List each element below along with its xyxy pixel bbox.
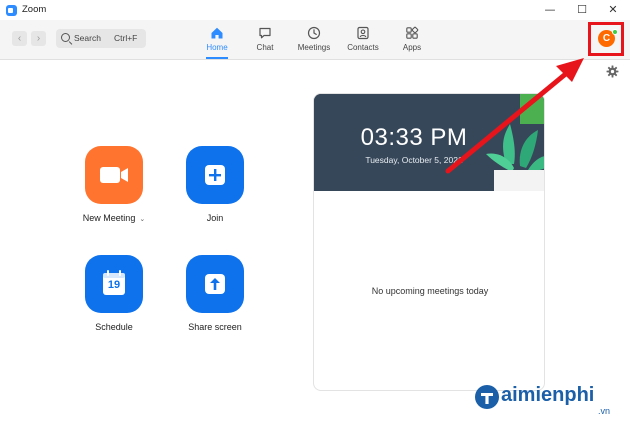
search-icon bbox=[61, 33, 70, 42]
video-camera-icon bbox=[100, 167, 128, 183]
watermark-domain: .vn bbox=[598, 406, 611, 416]
clock-icon bbox=[307, 26, 321, 40]
current-date: Tuesday, October 5, 2021 bbox=[365, 155, 463, 165]
join-action: Join bbox=[170, 146, 260, 223]
back-arrow-icon[interactable]: ‹ bbox=[12, 31, 27, 46]
taimienphi-logo-icon bbox=[475, 385, 499, 409]
search-shortcut: Ctrl+F bbox=[114, 33, 138, 43]
tab-label: Chat bbox=[256, 43, 274, 52]
join-label: Join bbox=[206, 213, 224, 223]
share-up-arrow-icon bbox=[205, 274, 225, 294]
watermark-brand: aimienphi bbox=[501, 384, 595, 406]
calendar-day: 19 bbox=[107, 279, 121, 291]
active-tab-indicator bbox=[206, 57, 228, 59]
minimize-button[interactable]: — bbox=[541, 2, 559, 18]
share-screen-button[interactable] bbox=[186, 255, 244, 313]
tab-label: Meetings bbox=[297, 43, 331, 52]
window-title: Zoom bbox=[22, 4, 47, 15]
upcoming-meetings-panel: 03:33 PM Tuesday, October 5, 2021 No upc… bbox=[313, 93, 545, 391]
search-placeholder: Search bbox=[74, 33, 101, 43]
zoom-logo-icon bbox=[6, 5, 17, 16]
new-meeting-label: New Meeting ⌄ bbox=[82, 213, 146, 223]
zoom-window: Zoom — ☐ ✕ ‹ › Search Ctrl+F Home Chat M… bbox=[0, 0, 630, 433]
gear-icon[interactable] bbox=[606, 65, 619, 78]
chat-icon bbox=[259, 27, 271, 39]
close-button[interactable]: ✕ bbox=[604, 2, 622, 18]
share-screen-action: Share screen bbox=[170, 255, 260, 332]
tab-label: Apps bbox=[402, 43, 422, 52]
new-meeting-action: New Meeting ⌄ bbox=[69, 146, 159, 223]
plus-icon bbox=[205, 165, 225, 185]
schedule-action: 19 Schedule bbox=[69, 255, 159, 332]
share-screen-label: Share screen bbox=[188, 322, 242, 332]
online-status-badge bbox=[612, 29, 618, 35]
schedule-label: Schedule bbox=[95, 322, 133, 332]
tab-contacts[interactable]: Contacts bbox=[337, 26, 389, 56]
title-bar: Zoom — ☐ ✕ bbox=[0, 0, 630, 20]
maximize-button[interactable]: ☐ bbox=[573, 2, 591, 18]
current-time: 03:33 PM bbox=[360, 124, 468, 151]
join-button[interactable] bbox=[186, 146, 244, 204]
no-meetings-message: No upcoming meetings today bbox=[371, 286, 489, 296]
top-toolbar: ‹ › Search Ctrl+F Home Chat Meetings Con… bbox=[0, 20, 630, 60]
tab-label: Contacts bbox=[347, 43, 379, 52]
search-input[interactable]: Search Ctrl+F bbox=[56, 29, 146, 48]
tab-meetings[interactable]: Meetings bbox=[288, 26, 340, 56]
contacts-icon bbox=[357, 26, 369, 40]
new-meeting-button[interactable] bbox=[85, 146, 143, 204]
home-icon bbox=[211, 27, 223, 39]
watermark: aimienphi .vn bbox=[474, 384, 624, 424]
forward-arrow-icon[interactable]: › bbox=[31, 31, 46, 46]
avatar-highlight-box: C bbox=[588, 22, 624, 56]
apps-icon bbox=[406, 26, 419, 39]
tab-home[interactable]: Home bbox=[191, 26, 243, 56]
tab-chat[interactable]: Chat bbox=[239, 26, 291, 56]
clock-header: 03:33 PM Tuesday, October 5, 2021 bbox=[314, 94, 544, 191]
schedule-button[interactable]: 19 bbox=[85, 255, 143, 313]
chevron-down-icon[interactable]: ⌄ bbox=[139, 216, 145, 223]
tab-apps[interactable]: Apps bbox=[386, 26, 438, 56]
tab-label: Home bbox=[206, 43, 228, 52]
